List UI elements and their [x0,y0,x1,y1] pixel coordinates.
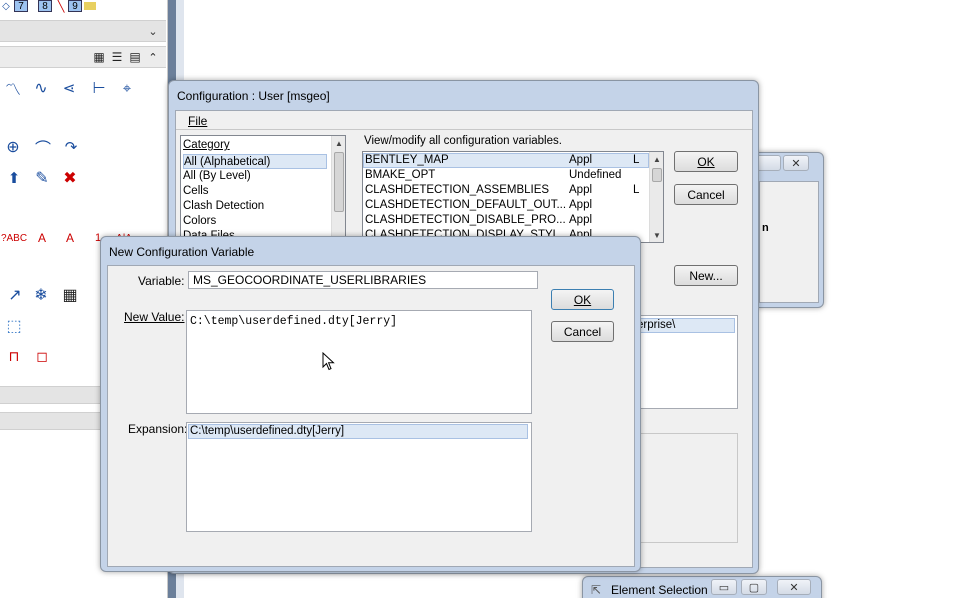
new-var-ok-button[interactable]: OK [551,289,614,310]
tool-9-icon[interactable]: 9 [68,0,82,12]
table-row[interactable]: BMAKE_OPT [365,168,435,183]
maximize-icon: ▢ [748,581,760,594]
table-row[interactable]: BENTLEY_MAP [365,153,449,168]
menu-divider [176,129,752,130]
place-text-icon[interactable]: A [32,226,52,250]
arc-edit-icon[interactable]: ↷ [60,136,82,158]
table-row[interactable]: CLASHDETECTION_DEFAULT_OUT... [365,198,566,213]
config-hint: View/modify all configuration variables. [364,135,562,147]
file-menu[interactable]: File [188,114,207,128]
table-cell: L [633,184,640,196]
tool-ruler-icon[interactable] [84,2,96,10]
background-window-client: n [759,181,819,303]
table-row[interactable]: CLASHDETECTION_DISABLE_PRO... [365,213,566,228]
spell-check-icon[interactable]: ?ABC [0,226,28,250]
background-window: ✕ n [752,152,824,308]
modify-element-icon[interactable]: ✎ [30,166,54,190]
tool-icon-a[interactable]: ◇ [0,0,12,12]
new-variable-dialog-client: Variable: MS_GEOCOORDINATE_USERLIBRARIES… [107,265,635,567]
table-icon[interactable]: ▦ [58,284,82,306]
table-cell: Appl [569,214,593,226]
arc-icon[interactable]: ⌒ [32,136,54,158]
mouse-cursor-icon [322,352,335,371]
place-smartline-icon[interactable]: 〽 [2,78,24,99]
arc-circle-icon[interactable]: ⊕ [2,136,24,158]
config-ok-button[interactable]: OK [674,151,738,172]
new-value-label: New Value: [124,310,185,324]
tool-row-numbers: ◇ 7 8 ╲ 9 [0,0,168,14]
selection-arrow-icon: ⇱ [590,583,602,597]
edit-text-icon[interactable]: A [60,226,80,250]
table-cell: Undefined [569,169,622,181]
table-row[interactable]: CLASHDETECTION_ASSEMBLIES [365,183,549,198]
scroll-thumb[interactable] [334,152,344,212]
cell-icon[interactable]: ❄ [30,284,52,306]
scroll-thumb[interactable] [652,168,662,182]
new-variable-dialog: New Configuration Variable Variable: MS_… [100,236,641,572]
place-note-icon[interactable]: ↗ [4,284,26,306]
es-close-button[interactable]: ✕ [777,579,811,595]
category-header[interactable]: Category [183,138,230,153]
tool-line-icon[interactable]: ╲ [56,0,66,13]
scroll-up-icon[interactable]: ▲ [650,152,663,166]
new-variable-dialog-title: New Configuration Variable [109,245,255,259]
tool-7-icon[interactable]: 7 [14,0,28,12]
element-selection-window: ⇱ Element Selection ▭ ▢ ✕ [582,576,822,598]
point-icon[interactable]: ⌖ [116,78,138,98]
curve-icon[interactable]: ∿ [30,78,52,98]
new-variable-button[interactable]: New... [674,265,738,286]
list-item[interactable]: Clash Detection [183,199,264,214]
list-item[interactable]: All (Alphabetical) [183,154,327,169]
variable-value: MS_GEOCOORDINATE_USERLIBRARIES [193,273,427,287]
toolbar-header-bar: ⌄ [0,20,166,42]
list-item[interactable]: All (By Level) [183,169,251,184]
table-cell: Appl [569,184,593,196]
table-cell: L [633,154,640,166]
minimize-icon: ▭ [718,581,730,594]
tool-8-icon[interactable]: 8 [38,0,52,12]
bg-window-text: n [762,222,769,234]
3d-box-icon[interactable]: ⬚ [2,314,26,338]
close-icon: ✕ [789,581,799,594]
es-maximize-button[interactable]: ▢ [741,579,767,595]
grid-view-icon[interactable]: ▦ [92,50,106,64]
list-item[interactable]: Cells [183,184,209,199]
variable-field[interactable]: MS_GEOCOORDINATE_USERLIBRARIES [188,271,538,289]
configuration-dialog-title: Configuration : User [msgeo] [177,89,330,103]
scroll-up-icon[interactable]: ▲ [332,136,345,150]
chevron-down-icon[interactable]: ⌄ [146,24,160,38]
delete-element-icon[interactable]: ✖ [58,166,82,190]
table-cell: Appl [569,199,593,211]
variables-scrollbar[interactable]: ▲ ▼ [649,152,663,242]
list-item[interactable]: Colors [183,214,216,229]
new-value-text: C:\temp\userdefined.dty[Jerry] [190,315,398,328]
multi-line-icon[interactable]: ⋖ [58,78,80,98]
dimension-icon[interactable]: ⊢ [88,78,110,98]
toolbox-view-bar: ▦ ☰ ▤ ⌃ [0,46,166,68]
new-var-cancel-button[interactable]: Cancel [551,321,614,342]
detail-view-icon[interactable]: ▤ [128,50,142,64]
variables-list[interactable]: BENTLEY_MAP Appl L BMAKE_OPT Undefined C… [362,151,664,243]
collapse-up-icon[interactable]: ⌃ [146,50,160,64]
expansion-label: Expansion: [128,422,188,436]
variable-label: Variable: [138,274,185,288]
scroll-down-icon[interactable]: ▼ [650,228,663,242]
expansion-field: C:\temp\userdefined.dty[Jerry] [186,422,532,532]
es-minimize-button[interactable]: ▭ [711,579,737,595]
config-cancel-button[interactable]: Cancel [674,184,738,205]
close-icon: ✕ [791,157,801,170]
table-cell: Appl [569,154,593,166]
expansion-text: C:\temp\userdefined.dty[Jerry] [190,425,345,437]
path-fragment: erprise\ [637,319,676,331]
fence-icon[interactable]: ⊓ [2,344,26,368]
new-value-field[interactable]: C:\temp\userdefined.dty[Jerry] [186,310,532,414]
move-element-icon[interactable]: ⬆ [2,166,26,190]
element-selection-title: Element Selection [611,583,708,597]
close-button[interactable]: ✕ [783,155,809,171]
list-view-icon[interactable]: ☰ [110,50,124,64]
fence-block-icon[interactable]: ◻ [30,344,54,368]
